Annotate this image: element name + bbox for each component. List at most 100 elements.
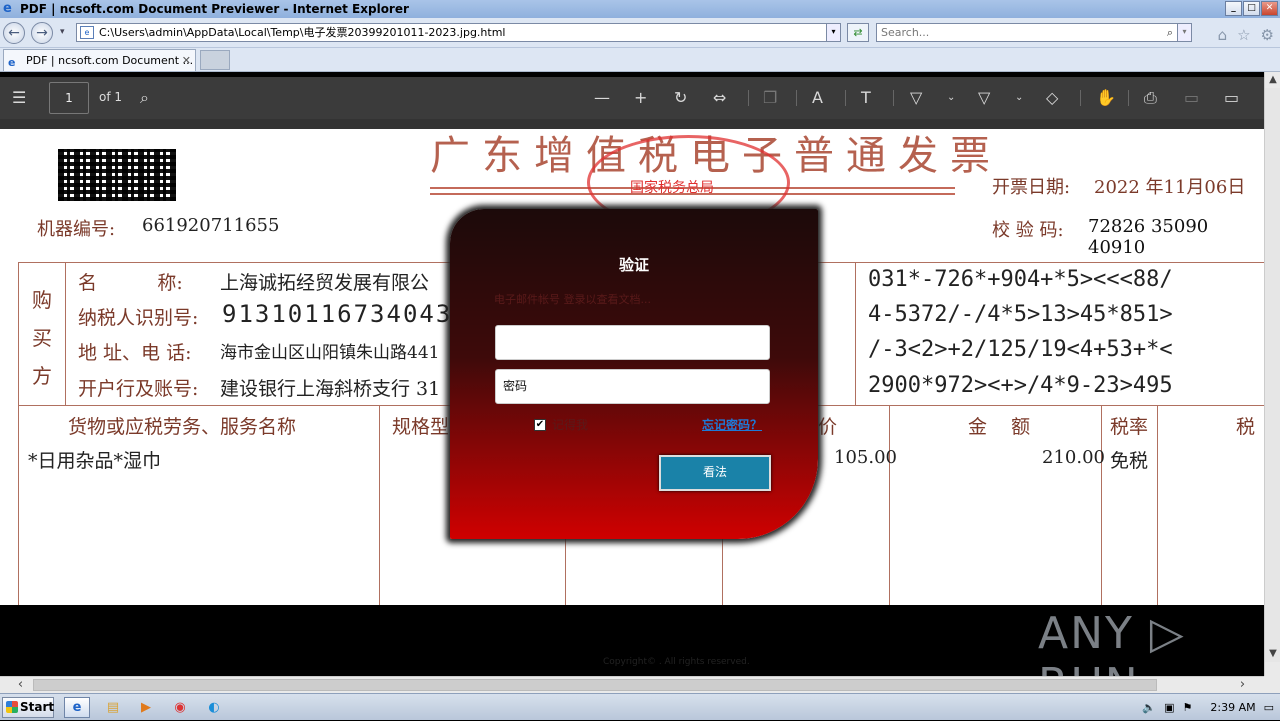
home-icon[interactable]: ⌂ xyxy=(1218,26,1228,44)
tab-bar: e PDF | ncsoft.com Document ... ✕ xyxy=(0,48,1280,72)
minimize-button[interactable]: _ xyxy=(1225,1,1242,16)
copyright-text: Copyright© . All rights reserved. xyxy=(603,657,750,667)
two-page-icon: ❐ xyxy=(763,88,778,107)
gear-icon[interactable]: ⚙ xyxy=(1261,26,1274,44)
eraser-icon[interactable]: ◇ xyxy=(1046,88,1058,108)
scroll-right-icon[interactable]: › xyxy=(1234,677,1251,693)
buyer-addr: 海市金山区山阳镇朱山路441 xyxy=(220,343,440,363)
pdf-toolbar: ☰ 1 of 1 ⌕ — + ↻ ⇔ ❐ A T ▽ ⌄ ▽ ⌄ ◇ ✋ ⎙ ▭… xyxy=(0,77,1264,119)
scroll-left-icon[interactable]: ‹ xyxy=(12,677,29,693)
show-desktop-icon[interactable]: ▭ xyxy=(1264,701,1274,714)
highlight-dropdown-icon[interactable]: ⌄ xyxy=(1015,88,1023,108)
item-price: 105.00 xyxy=(834,447,897,468)
start-button[interactable]: Start xyxy=(2,697,54,718)
draw-icon[interactable]: ▽ xyxy=(910,88,922,108)
seal-text: 国家税务总局 xyxy=(630,180,714,196)
search-input[interactable]: Search... ⌕ ▾ xyxy=(876,23,1192,42)
window-titlebar: e PDF | ncsoft.com Document Previewer - … xyxy=(0,0,1280,18)
maximize-button[interactable]: □ xyxy=(1243,1,1260,16)
network-icon[interactable]: ▣ xyxy=(1164,701,1174,714)
rotate-icon[interactable]: ↻ xyxy=(674,88,687,108)
address-url: C:\Users\admin\AppData\Local\Temp\电子发票20… xyxy=(99,26,506,39)
draw-dropdown-icon[interactable]: ⌄ xyxy=(947,88,955,108)
tab-label: PDF | ncsoft.com Document ... xyxy=(26,54,194,67)
pdf-page-gap xyxy=(0,119,1264,129)
window-title: PDF | ncsoft.com Document Previewer - In… xyxy=(20,2,409,16)
buyer-tax-label: 纳税人识别号: xyxy=(78,307,199,329)
taskbar-chrome-icon[interactable]: ◉ xyxy=(167,697,193,718)
machine-no-label: 机器编号: xyxy=(37,219,116,240)
save-as-icon[interactable]: ▭ xyxy=(1224,88,1239,108)
forgot-password-link[interactable]: 忘记密码？ xyxy=(702,416,762,433)
address-field[interactable]: e C:\Users\admin\AppData\Local\Temp\电子发票… xyxy=(76,23,841,42)
taskbar-edge-icon[interactable]: ◐ xyxy=(201,697,227,718)
save-icon: ▭ xyxy=(1184,88,1200,107)
date-value: 2022 年11月06日 xyxy=(1094,177,1246,198)
col-amount: 金 额 xyxy=(968,416,1031,438)
action-center-icon[interactable]: ⚑ xyxy=(1183,701,1193,714)
new-tab-button[interactable] xyxy=(200,50,230,70)
password-field[interactable]: 密码 xyxy=(495,369,770,404)
zoom-in-icon[interactable]: + xyxy=(634,88,647,108)
page-number-input[interactable]: 1 xyxy=(49,82,89,114)
search-icon[interactable]: ⌕ xyxy=(140,88,149,108)
login-modal: 验证 电子邮件帐号 登录以查看文档... 密码 ✔ 记得我 忘记密码？ 看法 xyxy=(450,209,818,539)
zoom-out-icon[interactable]: — xyxy=(594,88,610,108)
recent-pages-icon[interactable]: ▾ xyxy=(60,27,65,37)
buyer-vertical-label: 购买方 xyxy=(32,288,52,388)
system-tray: 🔈 ▣ ⚑ 2:39 AM ▭ xyxy=(1142,694,1280,721)
close-window-button[interactable]: ✕ xyxy=(1261,1,1278,16)
tab-active[interactable]: e PDF | ncsoft.com Document ... ✕ xyxy=(3,49,196,71)
clock[interactable]: 2:39 AM xyxy=(1210,701,1255,714)
cipher-line-3: /-3<2>+2/125/19<4+53+*< xyxy=(868,337,1173,362)
page-icon: e xyxy=(80,26,94,39)
buyer-name: 上海诚拓经贸发展有限公 xyxy=(220,272,430,294)
item-rate: 免税 xyxy=(1110,450,1149,472)
refresh-button[interactable]: ⇄ xyxy=(847,23,869,42)
qr-code xyxy=(58,149,176,201)
col-tax: 税 xyxy=(1236,416,1256,438)
highlight-icon[interactable]: ▽ xyxy=(978,88,990,108)
buyer-tax: 913101167340431 xyxy=(222,300,469,328)
check-value: 72826 35090 40910 xyxy=(1088,216,1209,258)
volume-icon[interactable]: 🔈 xyxy=(1142,701,1156,714)
close-tab-icon[interactable]: ✕ xyxy=(182,50,191,71)
horizontal-scroll-thumb[interactable] xyxy=(33,679,1157,691)
hand-icon: ✋ xyxy=(1096,88,1116,107)
check-label: 校 验 码: xyxy=(992,220,1064,241)
tab-ie-icon: e xyxy=(8,56,16,69)
print-icon[interactable]: ⎙ xyxy=(1144,88,1157,108)
col-goods: 货物或应税劳务、服务名称 xyxy=(68,416,297,438)
read-aloud-icon[interactable]: A xyxy=(812,88,823,108)
buyer-name-label: 名 称: xyxy=(78,272,183,294)
scroll-up-icon[interactable]: ▲ xyxy=(1265,72,1280,88)
cipher-line-1: 031*-726*+904+*5><<<88/ xyxy=(868,267,1173,292)
remember-me[interactable]: ✔ 记得我 xyxy=(534,416,588,433)
address-dropdown-icon[interactable]: ▾ xyxy=(826,24,840,41)
taskbar-media-icon[interactable]: ▶ xyxy=(133,697,159,718)
view-button[interactable]: 看法 xyxy=(659,455,771,491)
start-label: Start xyxy=(20,700,55,714)
windows-logo-icon xyxy=(6,701,18,713)
favorites-icon[interactable]: ☆ xyxy=(1237,26,1250,44)
fit-width-icon[interactable]: ⇔ xyxy=(713,88,726,108)
horizontal-scrollbar[interactable]: ‹ › xyxy=(0,676,1264,693)
taskbar-ie-icon[interactable]: e xyxy=(64,697,90,718)
search-dropdown-icon[interactable]: ▾ xyxy=(1177,24,1191,41)
taskbar: Start e ▤ ▶ ◉ ◐ 🔈 ▣ ⚑ 2:39 AM ▭ xyxy=(0,693,1280,720)
search-icon[interactable]: ⌕ xyxy=(1167,24,1173,41)
back-button[interactable]: ← xyxy=(3,22,25,44)
outline-icon[interactable]: ☰ xyxy=(12,88,26,108)
remember-checkbox[interactable]: ✔ xyxy=(534,418,546,431)
buyer-addr-label: 地 址、电 话: xyxy=(78,342,192,364)
email-field[interactable] xyxy=(495,325,770,360)
vertical-scrollbar[interactable]: ▲ ▼ xyxy=(1264,72,1280,676)
forward-button[interactable]: → xyxy=(31,22,53,44)
date-label: 开票日期: xyxy=(992,177,1071,198)
text-box-icon[interactable]: T xyxy=(861,88,871,108)
modal-title: 验证 xyxy=(618,256,649,274)
taskbar-explorer-icon[interactable]: ▤ xyxy=(100,697,126,718)
machine-no: 661920711655 xyxy=(142,215,280,236)
scroll-down-icon[interactable]: ▼ xyxy=(1265,646,1280,662)
remember-label: 记得我 xyxy=(552,418,589,432)
